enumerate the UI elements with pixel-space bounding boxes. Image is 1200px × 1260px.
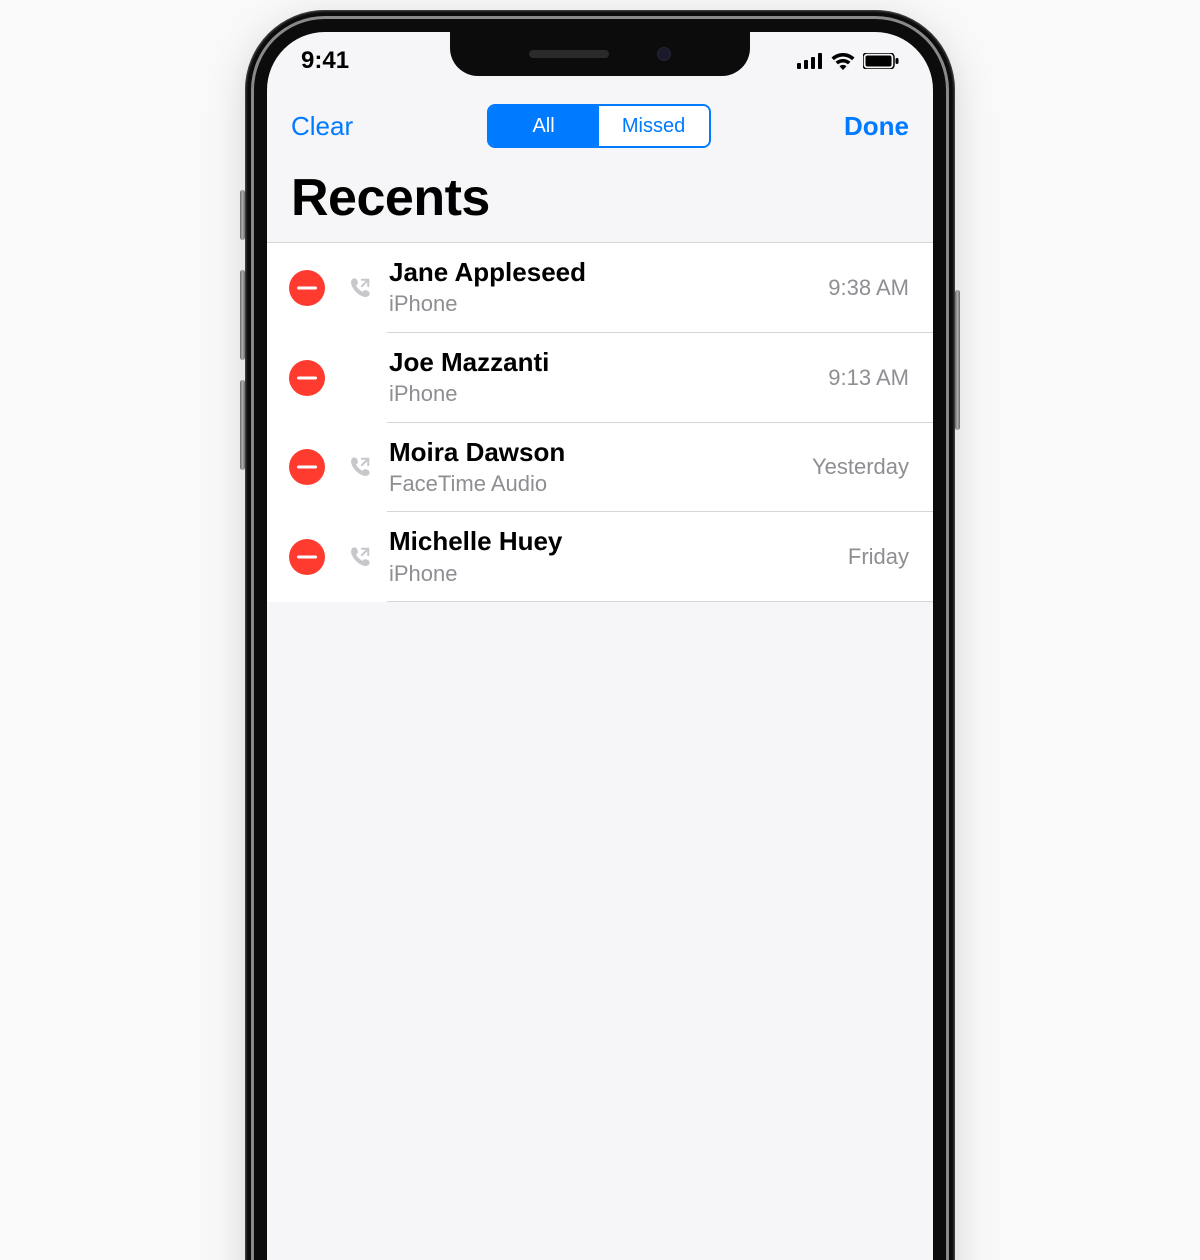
call-time: Yesterday	[800, 454, 909, 480]
outgoing-call-icon	[345, 546, 375, 568]
contact-name: Moira Dawson	[389, 437, 800, 468]
outgoing-call-icon	[345, 277, 375, 299]
call-time: Friday	[836, 544, 909, 570]
status-time: 9:41	[301, 47, 349, 75]
volume-up-button	[240, 270, 245, 360]
delete-button[interactable]	[289, 270, 325, 306]
page-title: Recents	[267, 158, 933, 242]
done-button[interactable]: Done	[844, 111, 909, 142]
contact-name: Jane Appleseed	[389, 257, 816, 288]
tab-all[interactable]: All	[489, 106, 599, 146]
clear-button[interactable]: Clear	[291, 111, 353, 142]
list-item[interactable]: Joe Mazzanti iPhone 9:13 AM	[267, 333, 933, 423]
speaker-grille	[529, 50, 609, 58]
call-source: iPhone	[389, 290, 816, 319]
outgoing-call-icon	[345, 456, 375, 478]
mute-switch	[240, 190, 245, 240]
list-item[interactable]: Michelle Huey iPhone Friday	[267, 512, 933, 602]
filter-segmented-control: All Missed	[487, 104, 711, 148]
tab-missed[interactable]: Missed	[599, 106, 709, 146]
battery-icon	[863, 53, 899, 69]
cellular-icon	[797, 53, 823, 69]
delete-button[interactable]	[289, 360, 325, 396]
notch	[450, 32, 750, 76]
call-time: 9:13 AM	[816, 365, 909, 391]
delete-button[interactable]	[289, 449, 325, 485]
screen: 9:41	[267, 32, 933, 1260]
power-button	[955, 290, 960, 430]
list-item[interactable]: Moira Dawson FaceTime Audio Yesterday	[267, 423, 933, 513]
front-camera	[657, 47, 671, 61]
delete-button[interactable]	[289, 539, 325, 575]
call-source: FaceTime Audio	[389, 470, 800, 499]
volume-down-button	[240, 380, 245, 470]
wifi-icon	[831, 52, 855, 70]
call-source: iPhone	[389, 380, 816, 409]
contact-name: Michelle Huey	[389, 526, 836, 557]
recents-list: Jane Appleseed iPhone 9:38 AM Joe Mazzan…	[267, 242, 933, 602]
call-source: iPhone	[389, 560, 836, 589]
contact-name: Joe Mazzanti	[389, 347, 816, 378]
nav-bar: Clear All Missed Done	[267, 90, 933, 158]
list-item[interactable]: Jane Appleseed iPhone 9:38 AM	[267, 243, 933, 333]
iphone-frame: 9:41	[245, 10, 955, 1260]
call-time: 9:38 AM	[816, 275, 909, 301]
